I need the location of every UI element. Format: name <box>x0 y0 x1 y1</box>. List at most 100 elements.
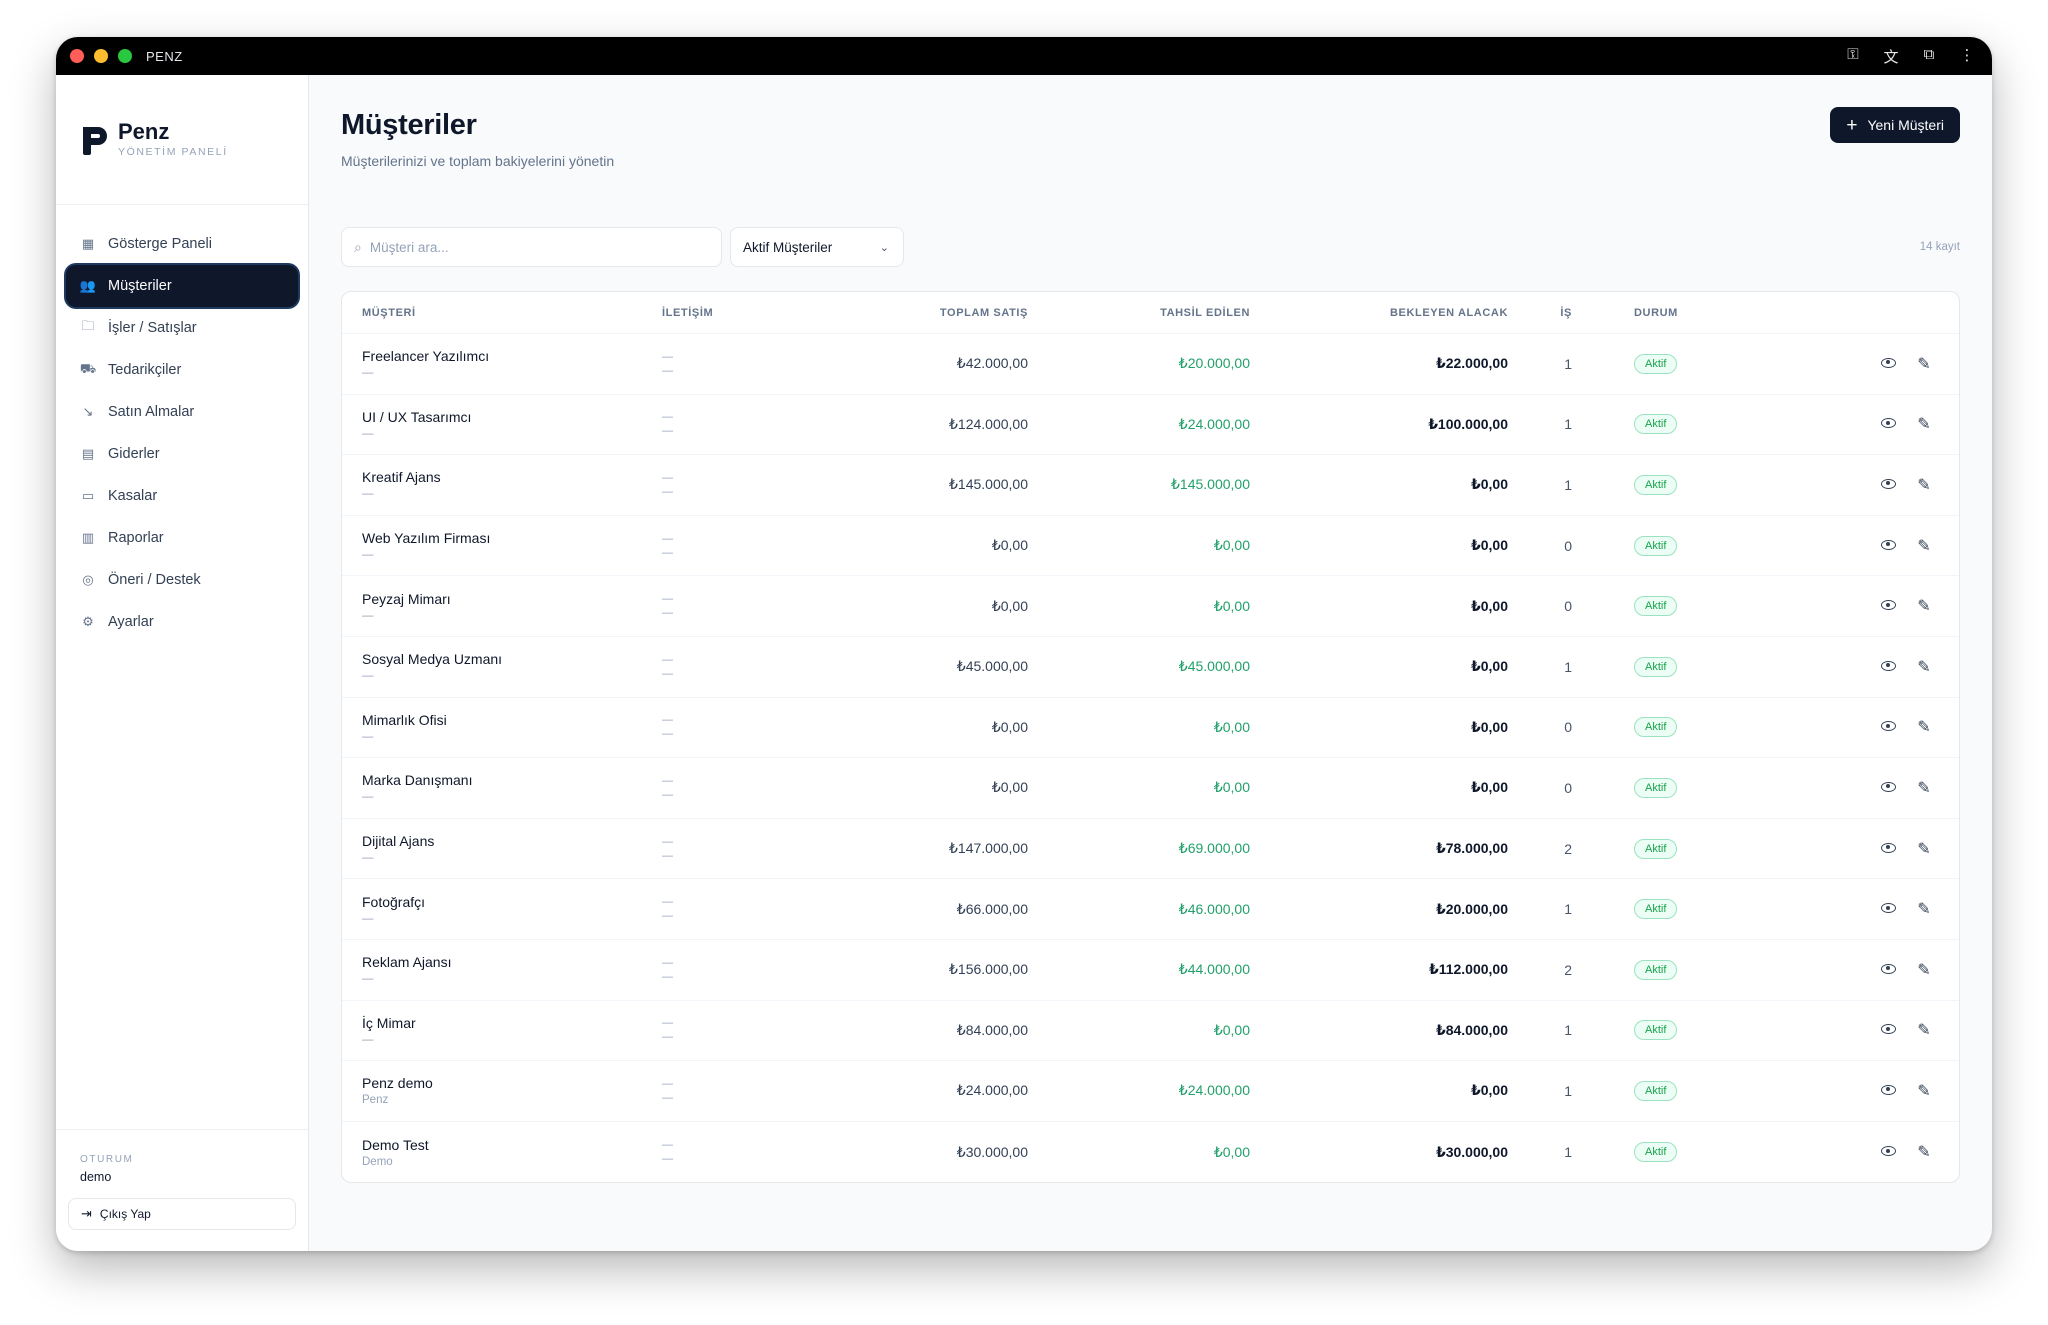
customer-name[interactable]: UI / UX Tasarımcı <box>362 409 662 425</box>
contact-cell: — — <box>662 653 862 681</box>
table-row[interactable]: Reklam Ajansı — — — ₺156.000,00 ₺44.000,00 ₺11… <box>342 940 1959 1001</box>
customer-name[interactable]: Freelancer Yazılımcı <box>362 348 662 364</box>
contact-cell: — — <box>662 835 862 863</box>
edit-button[interactable]: ✎ <box>1915 475 1933 495</box>
column-header-name[interactable]: MÜŞTERİ <box>342 307 662 319</box>
view-button[interactable] <box>1879 717 1897 737</box>
view-button[interactable] <box>1879 1020 1897 1040</box>
customer-name[interactable]: Web Yazılım Firması <box>362 530 662 546</box>
minimize-window-button[interactable] <box>94 49 108 63</box>
pencil-icon: ✎ <box>1917 961 1931 979</box>
sidebar-item-receipt[interactable]: ▤ Giderler <box>66 433 298 475</box>
table-row[interactable]: Sosyal Medya Uzmanı — — — ₺45.000,00 ₺45.000,… <box>342 637 1959 698</box>
customer-name[interactable]: Reklam Ajansı <box>362 954 662 970</box>
sidebar-item-folder[interactable]: 🗀 İşler / Satışlar <box>66 307 298 349</box>
edit-button[interactable]: ✎ <box>1915 839 1933 859</box>
total-sales: ₺30.000,00 <box>956 1143 1028 1160</box>
contact-cell: — — <box>662 471 862 499</box>
translate-icon[interactable]: 文 <box>1882 46 1900 67</box>
edit-button[interactable]: ✎ <box>1915 960 1933 980</box>
edit-button[interactable]: ✎ <box>1915 596 1933 616</box>
table-row[interactable]: Marka Danışmanı — — — ₺0,00 ₺0,00 ₺0,00 0 Aktif ✎ <box>342 758 1959 819</box>
extensions-icon[interactable]: ⧉ <box>1920 46 1938 67</box>
customer-name[interactable]: İç Mimar <box>362 1015 662 1031</box>
customer-name[interactable]: Fotoğrafçı <box>362 894 662 910</box>
customer-name[interactable]: Marka Danışmanı <box>362 772 662 788</box>
maximize-window-button[interactable] <box>118 49 132 63</box>
view-button[interactable] <box>1879 839 1897 859</box>
status-cell: Aktif <box>1572 777 1714 798</box>
view-button[interactable] <box>1879 899 1897 919</box>
edit-button[interactable]: ✎ <box>1915 414 1933 434</box>
logout-label: Çıkış Yap <box>99 1207 151 1221</box>
edit-button[interactable]: ✎ <box>1915 778 1933 798</box>
sidebar-item-gear[interactable]: ⚙ Ayarlar <box>66 601 298 643</box>
table-row[interactable]: İç Mimar — — — ₺84.000,00 ₺0,00 ₺84.000,00 1 Akt… <box>342 1001 1959 1062</box>
table-row[interactable]: Freelancer Yazılımcı — — — ₺42.000,00 ₺20.000… <box>342 334 1959 395</box>
customer-name[interactable]: Penz demo <box>362 1075 662 1091</box>
close-window-button[interactable] <box>70 49 84 63</box>
view-button[interactable] <box>1879 657 1897 677</box>
customer-name[interactable]: Sosyal Medya Uzmanı <box>362 651 662 667</box>
column-header-status[interactable]: DURUM <box>1572 307 1714 319</box>
pencil-icon: ✎ <box>1917 719 1931 737</box>
table-row[interactable]: Fotoğrafçı — — — ₺66.000,00 ₺46.000,00 ₺20.000… <box>342 879 1959 940</box>
edit-button[interactable]: ✎ <box>1915 657 1933 677</box>
brand[interactable]: Penz YÖNETİM PANELİ <box>56 75 308 205</box>
total-sales: ₺0,00 <box>991 597 1028 614</box>
sidebar-item-grid[interactable]: ▦ Gösterge Paneli <box>66 223 298 265</box>
view-button[interactable] <box>1879 536 1897 556</box>
record-count: 14 kayıt <box>1919 241 1960 253</box>
table-row[interactable]: UI / UX Tasarımcı — — — ₺124.000,00 ₺24.000,0… <box>342 395 1959 456</box>
edit-button[interactable]: ✎ <box>1915 354 1933 374</box>
edit-button[interactable]: ✎ <box>1915 899 1933 919</box>
sidebar-item-users[interactable]: 👥 Müşteriler <box>66 265 298 307</box>
more-vertical-icon[interactable]: ⋮ <box>1958 46 1976 67</box>
table-row[interactable]: Mimarlık Ofisi — — — ₺0,00 ₺0,00 ₺0,00 0 Aktif ✎ <box>342 698 1959 759</box>
table-row[interactable]: Web Yazılım Firması — — — ₺0,00 ₺0,00 ₺0,00 0 Ak… <box>342 516 1959 577</box>
search-input[interactable] <box>369 239 690 255</box>
column-header-jobs[interactable]: İŞ <box>1508 307 1572 319</box>
column-header-paid[interactable]: TAHSİL EDİLEN <box>1028 307 1250 319</box>
view-button[interactable] <box>1879 414 1897 434</box>
customer-name[interactable]: Dijital Ajans <box>362 833 662 849</box>
table-row[interactable]: Demo Test Demo — — ₺30.000,00 ₺0,00 ₺30.000,00… <box>342 1122 1959 1182</box>
edit-button[interactable]: ✎ <box>1915 1142 1933 1162</box>
column-header-pending[interactable]: BEKLEYEN ALACAK <box>1250 307 1508 319</box>
sidebar-item-wallet[interactable]: ▭ Kasalar <box>66 475 298 517</box>
view-button[interactable] <box>1879 778 1897 798</box>
customer-name[interactable]: Mimarlık Ofisi <box>362 712 662 728</box>
view-button[interactable] <box>1879 596 1897 616</box>
view-button[interactable] <box>1879 475 1897 495</box>
status-filter-select[interactable]: Aktif Müşteriler ⌄ <box>730 227 904 267</box>
table-row[interactable]: Kreatif Ajans — — — ₺145.000,00 ₺145.000,00 ₺0… <box>342 455 1959 516</box>
sidebar-item-truck[interactable]: ⛟ Tedarikçiler <box>66 349 298 391</box>
customer-name[interactable]: Peyzaj Mimarı <box>362 591 662 607</box>
pencil-icon: ✎ <box>1917 840 1931 858</box>
table-row[interactable]: Peyzaj Mimarı — — — ₺0,00 ₺0,00 ₺0,00 0 Aktif ✎ <box>342 576 1959 637</box>
table-row[interactable]: Dijital Ajans — — — ₺147.000,00 ₺69.000,00 ₺78… <box>342 819 1959 880</box>
column-header-total[interactable]: TOPLAM SATIŞ <box>862 307 1028 319</box>
sidebar-item-bar-chart[interactable]: ▥ Raporlar <box>66 517 298 559</box>
logout-button[interactable]: ⇥ Çıkış Yap <box>68 1198 296 1230</box>
customer-name[interactable]: Demo Test <box>362 1137 662 1153</box>
view-button[interactable] <box>1879 354 1897 374</box>
contact-cell: — — <box>662 895 862 923</box>
sidebar-item-trend-down[interactable]: ↘ Satın Almalar <box>66 391 298 433</box>
view-button[interactable] <box>1879 960 1897 980</box>
new-customer-button[interactable]: + Yeni Müşteri <box>1830 107 1960 143</box>
contact-email: — <box>662 350 673 363</box>
edit-button[interactable]: ✎ <box>1915 1020 1933 1040</box>
table-row[interactable]: Penz demo Penz — — ₺24.000,00 ₺24.000,00 ₺0,00… <box>342 1061 1959 1122</box>
edit-button[interactable]: ✎ <box>1915 717 1933 737</box>
customer-name[interactable]: Kreatif Ajans <box>362 469 662 485</box>
search-box[interactable]: ⌕ <box>341 227 722 267</box>
edit-button[interactable]: ✎ <box>1915 1081 1933 1101</box>
view-button[interactable] <box>1879 1081 1897 1101</box>
sidebar-item-lifebuoy[interactable]: ◎ Öneri / Destek <box>66 559 298 601</box>
view-button[interactable] <box>1879 1142 1897 1162</box>
column-header-contact[interactable]: İLETİŞİM <box>662 307 862 319</box>
pending-amount: ₺84.000,00 <box>1435 1021 1508 1038</box>
key-icon[interactable]: ⚿ <box>1844 46 1862 67</box>
edit-button[interactable]: ✎ <box>1915 536 1933 556</box>
